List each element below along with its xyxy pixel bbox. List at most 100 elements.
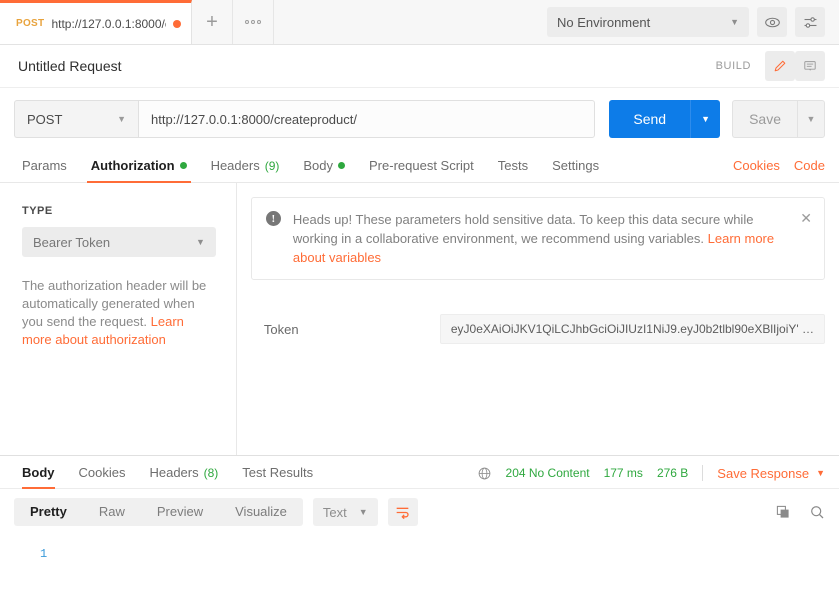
response-view-segments: Pretty Raw Preview Visualize (14, 498, 303, 526)
warning-text-wrapper: Heads up! These parameters hold sensitiv… (293, 210, 788, 267)
build-label: BUILD (715, 60, 751, 72)
send-options-button[interactable]: ▼ (690, 100, 721, 138)
auth-type-selector[interactable]: Bearer Token ▼ (22, 227, 216, 257)
response-format-bar: Pretty Raw Preview Visualize Text ▼ (0, 489, 839, 535)
send-group: Send ▼ (609, 100, 721, 138)
response-status: 204 No Content (505, 466, 590, 480)
url-bar: POST ▼ http://127.0.0.1:8000/createprodu… (0, 88, 839, 150)
view-pretty[interactable]: Pretty (14, 498, 83, 526)
environment-selected-label: No Environment (557, 14, 651, 30)
tab-label: Pre-request Script (369, 158, 474, 173)
environment-area: No Environment ▼ (537, 0, 839, 44)
globe-icon (478, 467, 490, 479)
ellipsis-icon (245, 20, 261, 24)
page-title: Untitled Request (18, 58, 122, 74)
chevron-down-icon: ▼ (816, 468, 825, 478)
unsaved-dot-icon (173, 19, 181, 28)
tab-options-button[interactable] (233, 0, 274, 44)
response-body-viewer[interactable]: 1 (0, 535, 839, 602)
tab-count: (8) (203, 465, 219, 480)
tab-label: Headers (210, 158, 260, 173)
tab-params[interactable]: Params (14, 158, 79, 182)
send-button[interactable]: Send (609, 100, 691, 138)
cookies-link[interactable]: Cookies (733, 158, 780, 173)
word-wrap-button[interactable] (387, 498, 418, 526)
comment-icon (804, 61, 816, 71)
tab-pre-request-script[interactable]: Pre-request Script (357, 158, 486, 182)
auth-type-value: Bearer Token (33, 234, 111, 250)
request-header-actions: BUILD (716, 51, 825, 81)
tab-label: Test Results (242, 465, 314, 480)
save-options-button[interactable]: ▼ (797, 100, 825, 138)
environment-selector[interactable]: No Environment ▼ (547, 7, 749, 37)
auth-type-label: TYPE (22, 205, 53, 217)
response-tab-body[interactable]: Body (14, 465, 67, 489)
tab-body[interactable]: Body (291, 158, 357, 182)
response-tab-test-results[interactable]: Test Results (230, 465, 325, 488)
request-tabs: Params Authorization Headers (9) Body Pr… (0, 150, 839, 183)
tab-label: Cookies (78, 465, 126, 480)
tab-label: Tests (497, 158, 529, 173)
auth-description: The authorization header will be automat… (22, 277, 216, 349)
tab-authorization[interactable]: Authorization (79, 158, 199, 183)
code-link[interactable]: Code (794, 158, 825, 173)
response-tools (775, 504, 825, 520)
copy-icon[interactable] (775, 504, 791, 520)
meta-divider (702, 465, 704, 481)
search-icon[interactable] (809, 504, 825, 520)
request-tab-url: http://127.0.0.1:8000/createpr... (51, 16, 166, 31)
modified-dot-icon (338, 162, 346, 169)
response-meta: 204 No Content 177 ms 276 B Save Respons… (477, 465, 825, 488)
sensitive-data-warning: ! Heads up! These parameters hold sensit… (250, 197, 825, 280)
environment-quick-look-button[interactable] (757, 7, 787, 37)
eye-icon (764, 17, 780, 27)
sliders-icon (804, 16, 816, 28)
save-response-button[interactable]: Save Response ▼ (717, 466, 825, 481)
request-tabs-links: Cookies Code (733, 158, 825, 182)
request-tab[interactable]: POST http://127.0.0.1:8000/createpr... (0, 0, 192, 44)
request-url-input[interactable]: http://127.0.0.1:8000/createproduct/ (138, 100, 596, 138)
tab-label: Authorization (90, 158, 175, 173)
authorization-panel: TYPE Bearer Token ▼ The authorization he… (0, 183, 839, 455)
modified-dot-icon (179, 162, 187, 169)
environment-settings-button[interactable] (795, 7, 825, 37)
content-type-value: Text (322, 504, 347, 520)
tab-label: Headers (149, 465, 199, 480)
comments-button[interactable] (795, 51, 825, 81)
request-tab-method: POST (16, 18, 45, 29)
view-visualize[interactable]: Visualize (219, 498, 303, 526)
save-group: Save ▼ (732, 100, 825, 138)
response-content-type-selector[interactable]: Text ▼ (312, 498, 378, 526)
auth-type-panel: TYPE Bearer Token ▼ The authorization he… (0, 183, 237, 455)
tab-label: Params (22, 158, 67, 173)
tab-settings[interactable]: Settings (540, 158, 611, 182)
response-tabs: Body Cookies Headers (8) Test Results 20… (0, 456, 839, 489)
tab-strip-left: POST http://127.0.0.1:8000/createpr... + (0, 0, 537, 44)
http-method-selector[interactable]: POST ▼ (14, 100, 138, 138)
view-raw[interactable]: Raw (83, 498, 141, 526)
chevron-down-icon: ▼ (195, 237, 205, 247)
word-wrap-icon (396, 507, 409, 519)
line-number: 1 (40, 547, 48, 561)
response-tab-headers[interactable]: Headers (8) (137, 465, 230, 488)
tab-strip-filler (274, 0, 537, 44)
edit-request-button[interactable] (765, 51, 795, 81)
chevron-down-icon: ▼ (358, 507, 368, 517)
tab-headers[interactable]: Headers (9) (199, 158, 292, 182)
tab-label: Body (22, 465, 55, 480)
token-input[interactable]: eyJ0eXAiOiJKV1QiLCJhbGciOiJIUzI1NiJ9.eyJ… (439, 314, 825, 344)
save-button[interactable]: Save (732, 100, 797, 138)
view-preview[interactable]: Preview (141, 498, 219, 526)
plus-icon: + (206, 11, 218, 33)
http-method-value: POST (27, 111, 63, 127)
response-size: 276 B (656, 466, 689, 480)
pencil-icon (774, 60, 786, 72)
response-tab-cookies[interactable]: Cookies (67, 465, 138, 488)
new-tab-button[interactable]: + (192, 0, 233, 44)
exclamation-circle-icon: ! (265, 211, 281, 226)
tab-tests[interactable]: Tests (486, 158, 540, 182)
warning-text: Heads up! These parameters hold sensitiv… (292, 212, 754, 246)
chevron-down-icon: ▼ (730, 17, 739, 27)
close-icon[interactable]: ✕ (800, 211, 812, 225)
token-row: Token eyJ0eXAiOiJKV1QiLCJhbGciOiJIUzI1Ni… (251, 314, 825, 344)
